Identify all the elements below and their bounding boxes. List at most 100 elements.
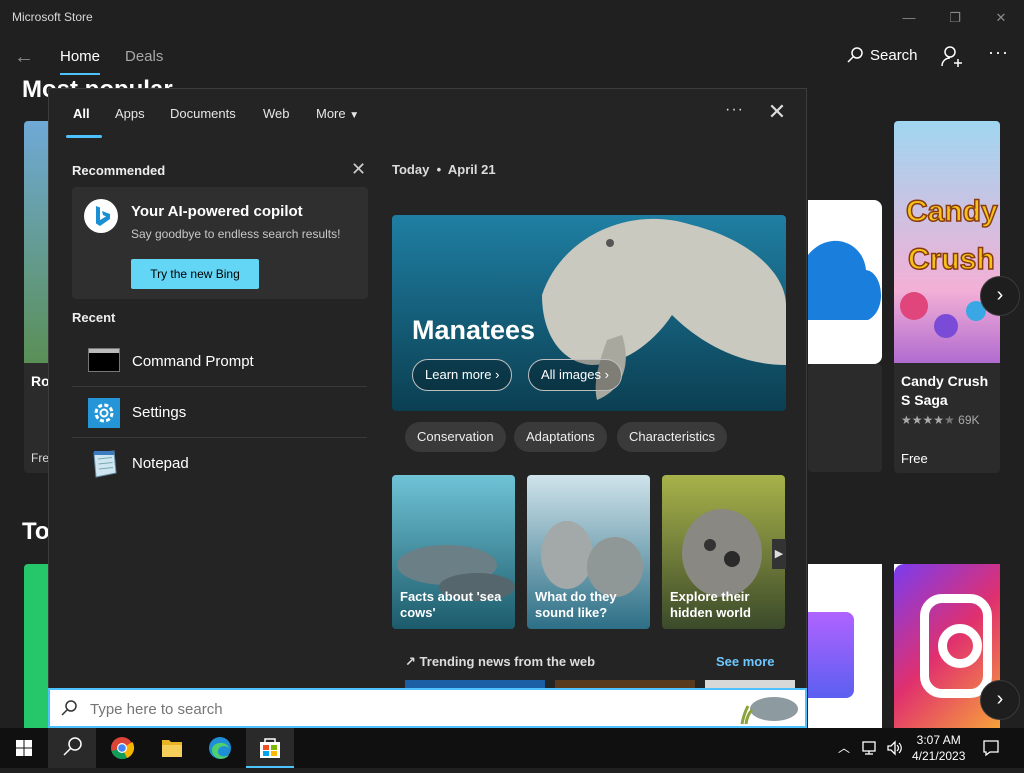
recommended-dismiss-button[interactable]: ✕ [351,159,366,180]
bing-copilot-card: Your AI-powered copilot Say goodbye to e… [72,187,368,299]
windows-search-flyout: All Apps Documents Web More ▼ ··· ✕ Reco… [48,88,807,728]
network-icon[interactable] [862,740,880,756]
minimize-button[interactable]: — [886,6,932,30]
section-title-top: To [22,518,50,545]
chrome-icon [111,737,135,760]
folder-icon [162,740,182,757]
recent-item-command-prompt[interactable]: Command Prompt [72,337,367,387]
svg-text:Crush: Crush [908,243,995,276]
recommended-heading: Recommended [72,163,166,178]
chip-conservation[interactable]: Conservation [405,422,506,452]
candy-crush-name: Candy Crush S Saga [901,373,989,408]
manatee-search-highlight-icon [740,697,798,725]
title-bar: Microsoft Store — ❐ ✕ [0,0,1024,36]
start-button[interactable] [0,728,48,768]
hero-title: Manatees [412,315,536,345]
trending-icon: ↗ [405,654,416,669]
tile-sound-like[interactable]: What do they sound like? [527,475,650,629]
flyout-close-button[interactable]: ✕ [765,101,789,125]
recent-item-label: Command Prompt [132,353,254,370]
windows-logo-icon [16,740,32,756]
carousel-next-arrow[interactable]: › [980,276,1020,316]
search-tab-more[interactable]: More ▼ [316,106,359,121]
tab-deals[interactable]: Deals [125,48,163,65]
file-explorer-taskbar-button[interactable] [148,728,196,768]
flyout-more-options[interactable]: ··· [725,101,744,119]
store-search-button[interactable]: Search [846,46,918,64]
chrome-taskbar-button[interactable] [98,728,146,768]
tile-facts-sea-cows[interactable]: Facts about 'sea cows' [392,475,515,629]
chevron-right-icon: › [495,367,500,382]
bing-card-title: Your AI-powered copilot [131,203,303,220]
cloud-icon [808,240,881,320]
search-label: Search [870,46,918,64]
manatees-hero-card[interactable]: Manatees Learn more › All images › [392,215,786,411]
app-card-green[interactable] [24,564,48,728]
tile-hidden-world[interactable]: Explore their hidden world [662,475,785,629]
clock-time: 3:07 AM [916,733,961,747]
recent-item-label: Notepad [132,455,189,472]
more-options-button[interactable]: ··· [988,42,1009,63]
caret-down-icon: ▼ [349,110,360,121]
candy-crush-rating: ★★★★★ 69K [901,413,980,427]
recent-item-settings[interactable]: Settings [72,388,367,438]
store-taskbar-button[interactable] [246,728,294,768]
learn-more-button[interactable]: Learn more › [412,359,513,391]
action-center-icon[interactable] [982,739,1000,757]
tile-label: Facts about 'sea cows' [400,589,502,620]
tile-label: Explore their hidden world [670,589,751,620]
app-card-left-name: Ro [31,373,50,389]
add-account-icon[interactable] [940,44,964,68]
taskbar-search-box[interactable] [48,688,807,728]
window-title: Microsoft Store [12,10,93,24]
recent-item-notepad[interactable]: Notepad [72,439,367,489]
search-icon [61,700,77,716]
close-button[interactable]: ✕ [978,6,1024,30]
search-tab-apps[interactable]: Apps [115,106,145,121]
search-icon [63,737,82,756]
search-icon [847,47,863,63]
store-bag-icon [260,738,280,758]
app-card-left-price: Fre [31,451,49,465]
search-tab-web[interactable]: Web [263,106,290,121]
app-card-purple[interactable] [808,564,882,728]
show-hidden-icons-chevron[interactable]: ︿ [838,739,850,756]
search-tab-documents[interactable]: Documents [170,106,236,121]
today-date-label: Today • April 21 [392,162,496,177]
tab-home[interactable]: Home [60,48,100,65]
tiles-next-arrow[interactable]: ▶ [772,539,786,569]
clock-date: 4/21/2023 [912,749,966,763]
command-prompt-icon [88,348,120,372]
purple-app-icon [808,612,854,698]
bing-card-subtitle: Say goodbye to endless search results! [131,227,341,241]
settings-gear-icon [88,398,120,428]
search-tab-all[interactable]: All [73,106,90,121]
recent-item-label: Settings [132,404,187,421]
chip-characteristics[interactable]: Characteristics [617,422,727,452]
candy-crush-price: Free [901,451,928,466]
notepad-icon [88,449,120,479]
restore-button[interactable]: ❐ [932,6,978,30]
trending-heading: ↗ Trending news from the web [405,654,596,669]
app-card-cloud[interactable] [808,200,882,364]
taskbar: ︿ 3:07 AM 4/21/2023 [0,728,1024,768]
clock[interactable]: 3:07 AM 4/21/2023 [912,732,965,764]
edge-taskbar-button[interactable] [196,728,244,768]
edge-icon [209,737,231,759]
search-input[interactable] [88,698,688,720]
carousel-next-arrow-2[interactable]: › [980,680,1020,720]
recent-heading: Recent [72,310,116,325]
back-arrow-icon[interactable]: ← [10,44,38,72]
volume-icon[interactable] [886,740,904,756]
try-new-bing-button[interactable]: Try the new Bing [131,259,259,289]
chip-adaptations[interactable]: Adaptations [514,422,607,452]
svg-text:Candy: Candy [906,195,998,228]
tile-label: What do they sound like? [535,589,617,620]
candy-crush-image: Candy Crush [894,121,1000,363]
bing-logo-icon [84,199,118,233]
see-more-link[interactable]: See more [716,654,775,669]
active-tab-indicator [66,135,102,138]
search-taskbar-button[interactable] [48,728,96,768]
candy-crush-rating-count: 69K [958,413,980,427]
all-images-button[interactable]: All images › [528,359,622,391]
